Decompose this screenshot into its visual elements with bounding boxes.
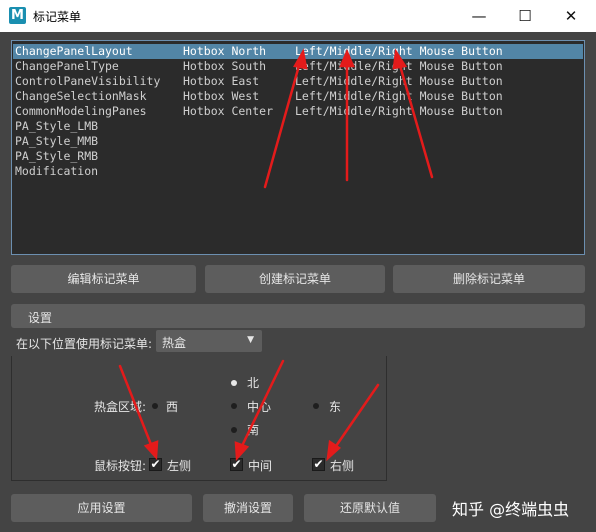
radio-west-label: 西 (166, 400, 179, 414)
list-item[interactable]: PA_Style_LMB (13, 119, 583, 134)
radio-north[interactable] (231, 380, 237, 386)
menu-buttons: Left/Middle/Right Mouse Button (295, 59, 503, 73)
restore-defaults-button[interactable]: 还原默认值 (304, 494, 436, 522)
checkbox-left-label: 左侧 (167, 459, 192, 473)
list-item[interactable]: PA_Style_MMB (13, 134, 583, 149)
menu-buttons: Left/Middle/Right Mouse Button (295, 44, 503, 58)
list-item[interactable]: ChangeSelectionMask Hotbox West Left/Mid… (13, 89, 583, 104)
watermark: 知乎 @终端虫虫 (452, 500, 570, 519)
list-item[interactable]: ControlPaneVisibility Hotbox East Left/M… (13, 74, 583, 89)
checkbox-right[interactable]: ✔ (312, 458, 325, 471)
radio-south[interactable] (231, 427, 237, 433)
menu-name: ControlPaneVisibility (15, 74, 161, 88)
checkbox-middle[interactable]: ✔ (230, 458, 243, 471)
apply-settings-button[interactable]: 应用设置 (11, 494, 192, 522)
list-item[interactable]: Modification (13, 164, 583, 179)
menu-name: ChangePanelType (15, 59, 119, 73)
radio-center-label: 中心 (247, 400, 272, 414)
list-item[interactable]: ChangePanelType Hotbox South Left/Middle… (13, 59, 583, 74)
delete-marking-menu-button[interactable]: 删除标记菜单 (393, 265, 585, 293)
checkbox-middle-label: 中间 (248, 459, 273, 473)
marking-menu-list[interactable]: ChangePanelLayout Hotbox North Left/Midd… (11, 40, 585, 255)
settings-title: 设置 (28, 311, 53, 325)
minimize-button[interactable]: — (456, 0, 502, 32)
menu-location: Hotbox North (183, 44, 267, 58)
menu-buttons: Left/Middle/Right Mouse Button (295, 74, 503, 88)
radio-north-label: 北 (247, 376, 260, 390)
radio-south-label: 南 (247, 423, 260, 437)
menu-name: PA_Style_MMB (15, 134, 99, 148)
use-location-dropdown[interactable]: 热盒 ▼ (156, 330, 262, 352)
menu-name: ChangeSelectionMask (15, 89, 147, 103)
menu-name: PA_Style_LMB (15, 119, 99, 133)
settings-section-header[interactable]: 设置 (11, 304, 585, 328)
radio-east[interactable] (313, 403, 319, 409)
menu-location: Hotbox East (183, 74, 260, 88)
hotbox-region-label-text: 热盒区域: (94, 400, 147, 414)
mouse-button-label: 鼠标按钮: (94, 459, 147, 473)
title-bar[interactable]: M 标记菜单 — ☐ ✕ (0, 0, 596, 32)
menu-name: PA_Style_RMB (15, 149, 99, 163)
menu-name: CommonModelingPanes (15, 104, 147, 118)
menu-name: Modification (15, 164, 99, 178)
dropdown-arrow-icon: ▼ (247, 335, 254, 345)
checkbox-right-label: 右侧 (330, 459, 355, 473)
menu-buttons: Left/Middle/Right Mouse Button (295, 89, 503, 103)
radio-center[interactable] (231, 403, 237, 409)
use-location-value: 热盒 (162, 336, 187, 350)
menu-location: Hotbox West (183, 89, 260, 103)
list-item[interactable]: CommonModelingPanes Hotbox Center Left/M… (13, 104, 583, 119)
use-location-label: 在以下位置使用标记菜单: (16, 337, 153, 351)
close-button[interactable]: ✕ (548, 0, 594, 32)
radio-west[interactable] (152, 403, 158, 409)
edit-marking-menu-button[interactable]: 编辑标记菜单 (11, 265, 196, 293)
list-item[interactable]: ChangePanelLayout Hotbox North Left/Midd… (13, 44, 583, 59)
checkbox-left[interactable]: ✔ (149, 458, 162, 471)
maximize-button[interactable]: ☐ (502, 0, 548, 32)
create-marking-menu-button[interactable]: 创建标记菜单 (205, 265, 385, 293)
undo-settings-button[interactable]: 撤消设置 (203, 494, 293, 522)
menu-buttons: Left/Middle/Right Mouse Button (295, 104, 503, 118)
list-item[interactable]: PA_Style_RMB (13, 149, 583, 164)
menu-location: Hotbox South (183, 59, 267, 73)
menu-location: Hotbox Center (183, 104, 274, 118)
window-title: 标记菜单 (33, 10, 82, 24)
radio-east-label: 东 (329, 400, 342, 414)
menu-name: ChangePanelLayout (15, 44, 133, 58)
maya-app-icon: M (9, 7, 26, 24)
